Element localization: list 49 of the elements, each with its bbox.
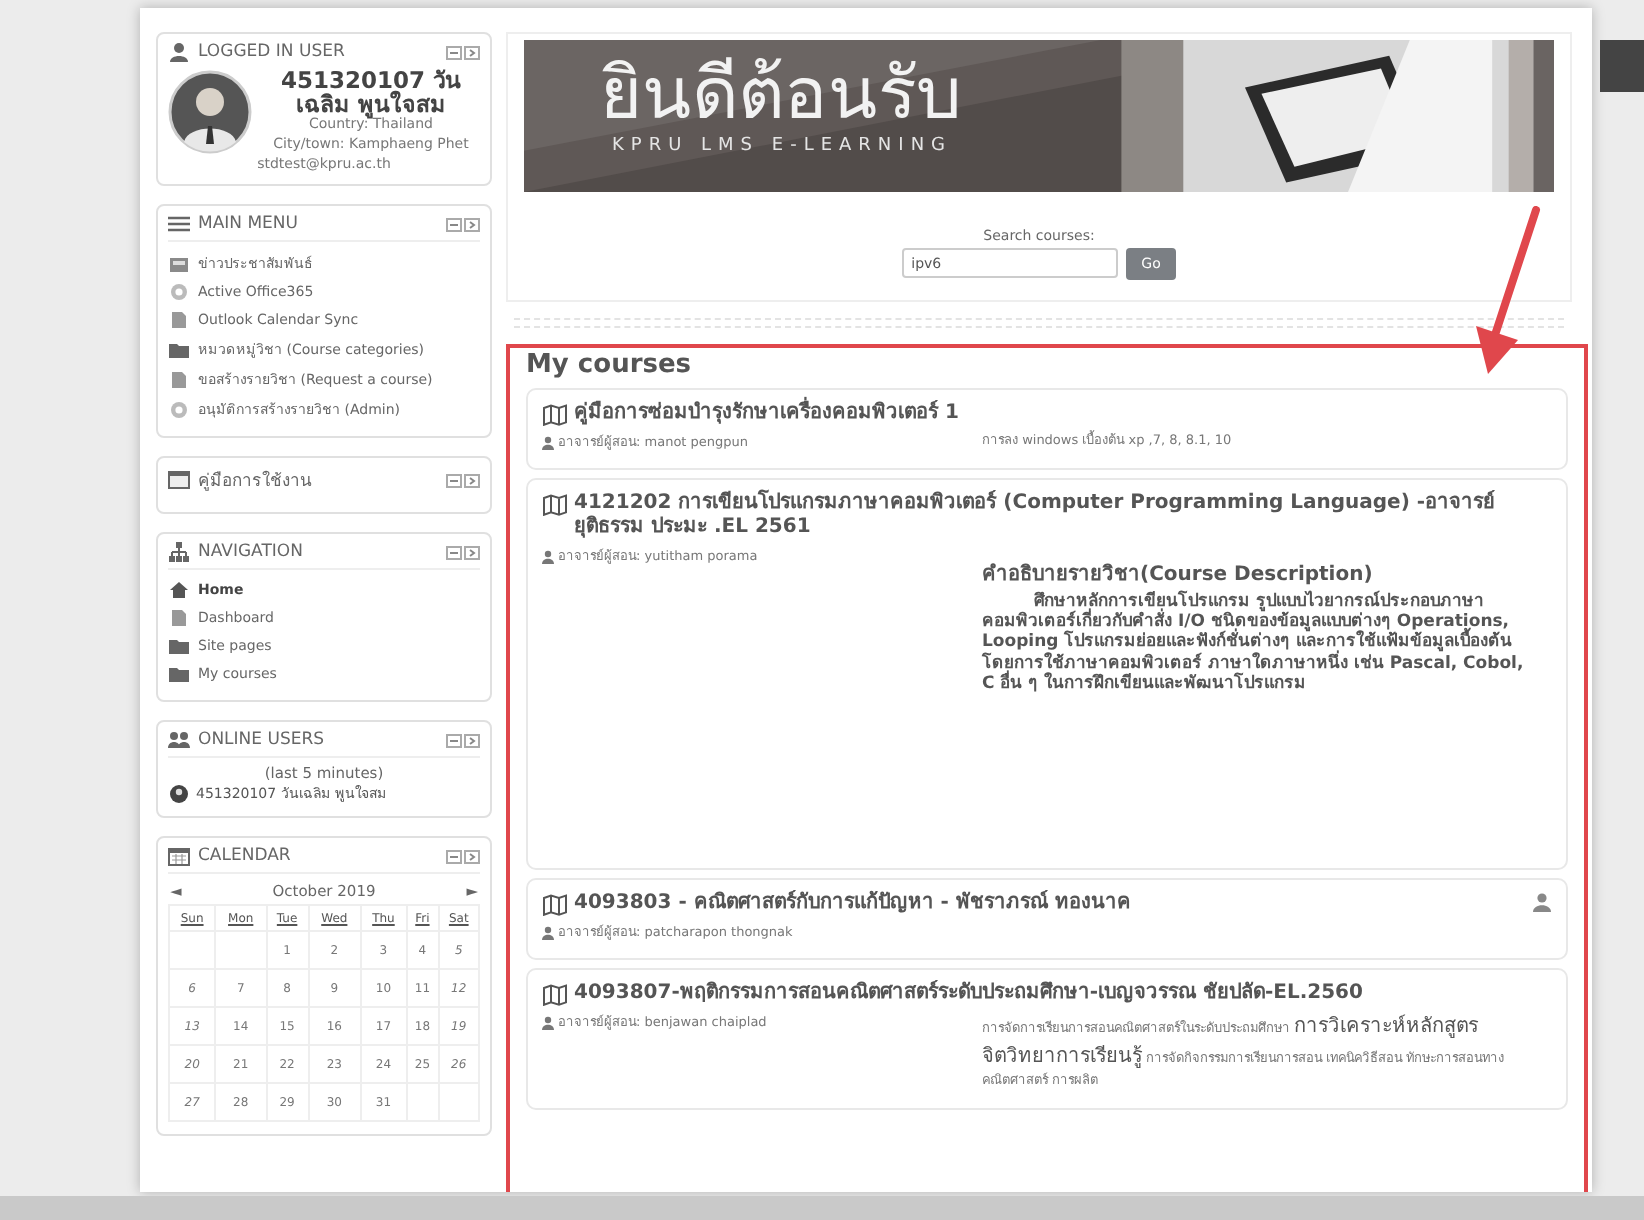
block-controls-icon[interactable]: [446, 733, 480, 747]
block-title: คู่มือการใช้งาน: [198, 468, 314, 494]
course-title-link[interactable]: 4121202 การเขียนโปรแกรมภาษาคอมพิวเตอร์ (Computer Programming Language) -อาจารย์ยุติธรรม ประมะ .EL 2561: [574, 492, 1552, 540]
document-icon: [168, 369, 190, 389]
block-title: MAIN MENU: [198, 214, 300, 234]
users-icon: [168, 730, 190, 750]
folder-icon: [168, 636, 190, 656]
block-title: NAVIGATION: [198, 542, 305, 562]
banner-subtitle: KPRU LMS E-LEARNING: [610, 136, 955, 156]
document-icon: [168, 310, 190, 330]
user-avatar-icon: [168, 783, 190, 803]
map-icon: [542, 494, 568, 516]
section-heading: My courses: [526, 350, 694, 380]
person-icon: [542, 435, 554, 449]
block-controls-icon[interactable]: [446, 849, 480, 863]
course-title-link[interactable]: คู่มือการซ่อมบำรุงรักษาเครื่องคอมพิวเตอร์ 1: [574, 402, 1552, 426]
course-summary: คำอธิบายรายวิชา(Course Description): [982, 561, 1375, 588]
block-controls-icon[interactable]: [446, 217, 480, 231]
calendar-icon: [168, 846, 190, 866]
course-summary: ศึกษาหลักการเขียนโปรแกรม รูปแบบไวยากรณ์ประกอบภาษาคอมพิวเตอร์เกี่ยวกับคำสั่ง I/O ชนิดของข้อมูลแบบต่างๆ Operations, Looping โปรแกรมย่อยและฟังก์ชั่นต่างๆ และการใช้แฟ้มข้อมูลเบื้องต้น โดยการใช้ภาษาคอมพิวเตอร์ ภาษาใดภาษาหนึ่ง เช่น Pascal, Cobol, C อื่น ๆ ในการฝึกเขียนและพัฒนาโปรแกรม: [982, 592, 1526, 694]
block-title: LOGGED IN USER: [198, 42, 347, 62]
person-icon: [542, 1015, 554, 1029]
folder-icon: [168, 339, 190, 359]
user-name: 451320107 วันเฉลิม พูนใจสม: [278, 68, 464, 117]
window-icon: [168, 470, 190, 490]
person-icon: [168, 42, 190, 62]
globe-icon: [168, 399, 190, 419]
person-icon: [542, 925, 554, 939]
block-title: CALENDAR: [198, 846, 293, 866]
block-controls-icon[interactable]: [446, 545, 480, 559]
person-icon: [542, 549, 554, 563]
document-icon: [168, 608, 190, 628]
course-title-link[interactable]: 4093807-พฤติกรรมการสอนคณิตศาสตร์ระดับประถมศึกษา-เบญจวรรณ ชัยปลัด-EL.2560: [574, 982, 1552, 1006]
sitemap-icon: [168, 542, 190, 562]
block-title: ONLINE USERS: [198, 730, 327, 750]
newspaper-icon: [168, 253, 190, 273]
block-controls-icon[interactable]: [446, 45, 480, 59]
folder-icon: [168, 664, 190, 684]
home-icon: [168, 580, 190, 600]
course-title-link[interactable]: 4093803 - คณิตศาสตร์กับการแก้ปัญหา - พัชราภรณ์ ทองนาค: [574, 892, 1526, 916]
map-icon: [542, 404, 568, 426]
map-icon: [542, 894, 568, 916]
window-edge: [1600, 40, 1644, 92]
banner-title: ยินดีต้อนรับ: [600, 60, 962, 132]
menu-icon: [168, 214, 190, 234]
globe-icon: [168, 282, 190, 302]
block-controls-icon[interactable]: [446, 473, 480, 487]
avatar-icon: [168, 69, 252, 153]
map-icon: [542, 984, 568, 1006]
